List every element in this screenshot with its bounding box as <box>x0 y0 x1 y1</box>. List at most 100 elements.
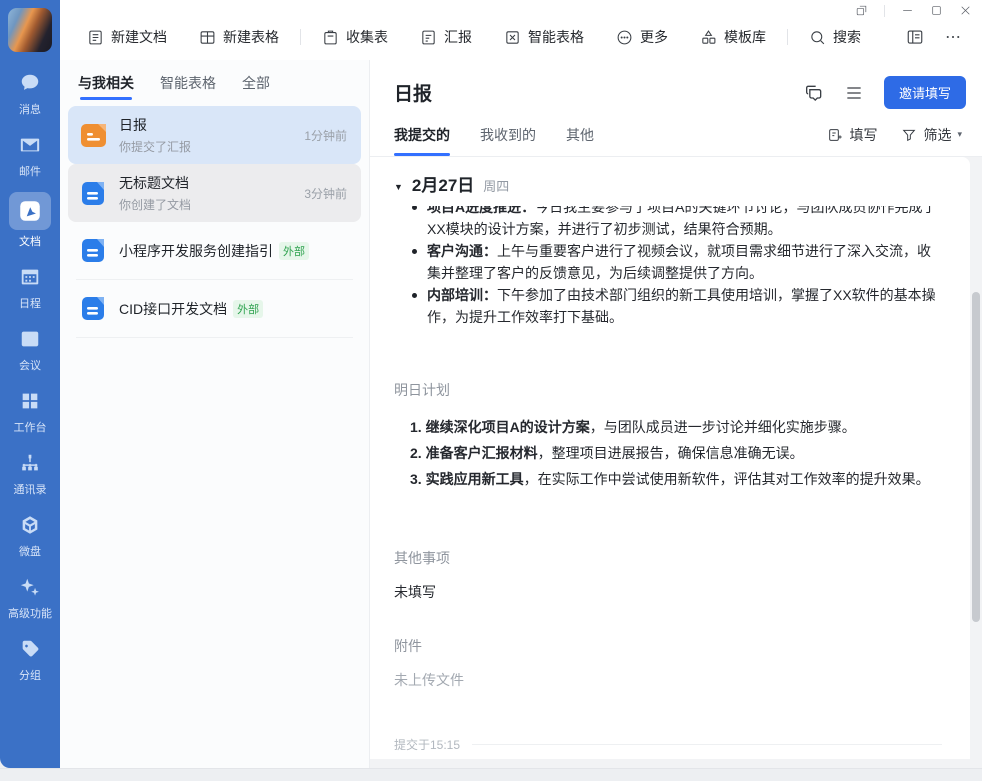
sidebar-item-label: 通讯录 <box>14 481 47 497</box>
tomorrow-item: 准备客户汇报材料，整理项目进展报告，确保信息准确无误。 <box>410 440 942 466</box>
fill-label: 填写 <box>849 125 877 145</box>
template-library-icon <box>700 29 717 46</box>
page-title: 日报 <box>394 79 432 106</box>
sidebar-item-label: 工作台 <box>14 419 47 435</box>
tomorrow-plan-list: 继续深化项目A的设计方案，与团队成员进一步讨论并细化实施步骤。 准备客户汇报材料… <box>410 414 942 492</box>
meeting-icon <box>12 324 48 354</box>
collect-form-label: 收集表 <box>346 27 388 47</box>
panel-layout-icon[interactable] <box>906 28 924 46</box>
collect-form-button[interactable]: 收集表 <box>313 21 397 53</box>
new-doc-button[interactable]: 新建文档 <box>78 21 176 53</box>
today-item-lead: 客户沟通： <box>427 243 497 259</box>
app-window: 消息 邮件 文档 <box>0 0 982 781</box>
sidebar-item-label: 消息 <box>19 101 41 117</box>
blue-doc-icon <box>80 295 107 322</box>
doc-title: 无标题文档 <box>119 173 191 193</box>
tomorrow-item-text: ，与团队成员进一步讨论并细化实施步骤。 <box>590 419 856 435</box>
sidebar-item-label: 高级功能 <box>8 605 52 621</box>
tab-received[interactable]: 我收到的 <box>480 113 536 156</box>
calendar-icon <box>12 262 48 292</box>
fill-button[interactable]: 填写 <box>827 125 877 145</box>
window-bottom-edge <box>0 768 982 781</box>
toolbar-divider <box>300 29 301 45</box>
submitted-time: 提交于15:15 <box>394 736 460 753</box>
workbench-icon <box>12 386 48 416</box>
tab-related-to-me[interactable]: 与我相关 <box>78 60 134 106</box>
tab-my-submitted[interactable]: 我提交的 <box>394 113 450 156</box>
sidebar-item-calendar[interactable]: 日程 <box>3 262 57 311</box>
list-item-untitled-doc[interactable]: 无标题文档 你创建了文档 3分钟前 <box>68 164 361 222</box>
today-item-text: 下午参加了由技术部门组织的新工具使用培训，掌握了XX软件的基本操作，为提升工作效… <box>427 287 936 325</box>
today-item-text: 上午与重要客户进行了视频会议，就项目需求细节进行了深入交流，收集并整理了客户的反… <box>427 243 931 281</box>
collapse-triangle-icon: ▼ <box>394 182 403 192</box>
other-matters-label: 其他事项 <box>394 548 942 568</box>
toolbar-divider <box>787 29 788 45</box>
tomorrow-item-text: ，在实际工作中尝试使用新软件，评估其对工作效率的提升效果。 <box>524 471 930 487</box>
date-collapse-row[interactable]: ▼ 2月27日 周四 <box>394 171 942 196</box>
sidebar-item-drive[interactable]: 微盘 <box>3 510 57 559</box>
drive-icon <box>12 510 48 540</box>
list-item-miniprogram-guide[interactable]: 小程序开发服务创建指引 外部 <box>76 222 353 280</box>
more-icon <box>616 29 633 46</box>
list-item-daily-report[interactable]: 日报 你提交了汇报 1分钟前 <box>68 106 361 164</box>
filter-button[interactable]: 筛选 ▾ <box>901 125 962 145</box>
maximize-icon[interactable] <box>930 4 943 17</box>
sidebar-item-groups[interactable]: 分组 <box>3 634 57 683</box>
scrollbar-thumb[interactable] <box>972 292 980 622</box>
sidebar-item-meeting[interactable]: 会议 <box>3 324 57 373</box>
divider-line <box>472 744 942 745</box>
new-sheet-button[interactable]: 新建表格 <box>190 21 288 53</box>
sidebar-item-workbench[interactable]: 工作台 <box>3 386 57 435</box>
sidebar-item-mail[interactable]: 邮件 <box>3 130 57 179</box>
report-button[interactable]: 汇报 <box>411 21 481 53</box>
today-item: 项目A进度推进：今日我主要参与了项目A的关键环节讨论，与团队成员协作完成了XX模… <box>410 206 942 240</box>
report-scroll-area[interactable]: ▼ 2月27日 周四 项目A进度推进：今日我主要参与了项目A的关键环节讨论，与团… <box>370 157 982 768</box>
sidebar-item-label: 微盘 <box>19 543 41 559</box>
docs-icon <box>9 192 51 230</box>
toolbar-more-icon[interactable] <box>944 28 962 46</box>
advanced-features-icon <box>12 572 48 602</box>
minimize-icon[interactable] <box>901 4 914 17</box>
window-controls <box>855 4 972 17</box>
report-tabs: 我提交的 我收到的 其他 填写 筛选 ▾ <box>370 113 982 157</box>
template-library-label: 模板库 <box>724 27 766 47</box>
sidebar-nav: 消息 邮件 文档 <box>3 68 57 683</box>
close-icon[interactable] <box>959 4 972 17</box>
avatar[interactable] <box>8 8 52 52</box>
sidebar-item-advanced[interactable]: 高级功能 <box>3 572 57 621</box>
comments-icon[interactable] <box>804 83 824 103</box>
attachment-label: 附件 <box>394 636 942 656</box>
smart-sheet-button[interactable]: 智能表格 <box>495 21 593 53</box>
attachment-value: 未上传文件 <box>394 670 942 690</box>
sidebar-item-label: 邮件 <box>19 163 41 179</box>
list-item-cid-api-doc[interactable]: CID接口开发文档 外部 <box>76 280 353 338</box>
sidebar-item-contacts[interactable]: 通讯录 <box>3 448 57 497</box>
today-item: 内部培训：下午参加了由技术部门组织的新工具使用培训，掌握了XX软件的基本操作，为… <box>410 284 942 328</box>
main-panel: 日报 邀请填写 我提交的 我收到的 <box>370 60 982 768</box>
smart-sheet-icon <box>504 29 521 46</box>
today-item: 客户沟通：上午与重要客户进行了视频会议，就项目需求细节进行了深入交流，收集并整理… <box>410 240 942 284</box>
report-card: ▼ 2月27日 周四 项目A进度推进：今日我主要参与了项目A的关键环节讨论，与团… <box>370 157 970 759</box>
sidebar-item-docs[interactable]: 文档 <box>3 192 57 249</box>
sidebar-item-messages[interactable]: 消息 <box>3 68 57 117</box>
template-library-button[interactable]: 模板库 <box>691 21 775 53</box>
tab-others[interactable]: 其他 <box>566 113 594 156</box>
tab-smart-sheets[interactable]: 智能表格 <box>160 60 216 106</box>
chevron-down-icon: ▾ <box>957 129 962 140</box>
today-summary-list: 项目A进度推进：今日我主要参与了项目A的关键环节讨论，与团队成员协作完成了XX模… <box>410 206 942 328</box>
popout-icon[interactable] <box>855 4 868 17</box>
invite-fill-button[interactable]: 邀请填写 <box>884 76 966 109</box>
report-date: 2月27日 <box>412 171 474 196</box>
doc-time: 1分钟前 <box>304 127 353 144</box>
collect-form-icon <box>322 29 339 46</box>
top-toolbar: 新建文档 新建表格 收集表 汇报 <box>60 0 982 60</box>
tomorrow-item: 实践应用新工具，在实际工作中尝试使用新软件，评估其对工作效率的提升效果。 <box>410 466 942 492</box>
menu-icon[interactable] <box>844 83 864 103</box>
report-icon <box>420 29 437 46</box>
search-label: 搜索 <box>833 27 861 47</box>
filter-icon <box>901 127 917 143</box>
more-button[interactable]: 更多 <box>607 21 677 53</box>
tab-all[interactable]: 全部 <box>242 60 270 106</box>
report-doc-icon <box>80 122 107 149</box>
search-button[interactable]: 搜索 <box>800 21 870 53</box>
